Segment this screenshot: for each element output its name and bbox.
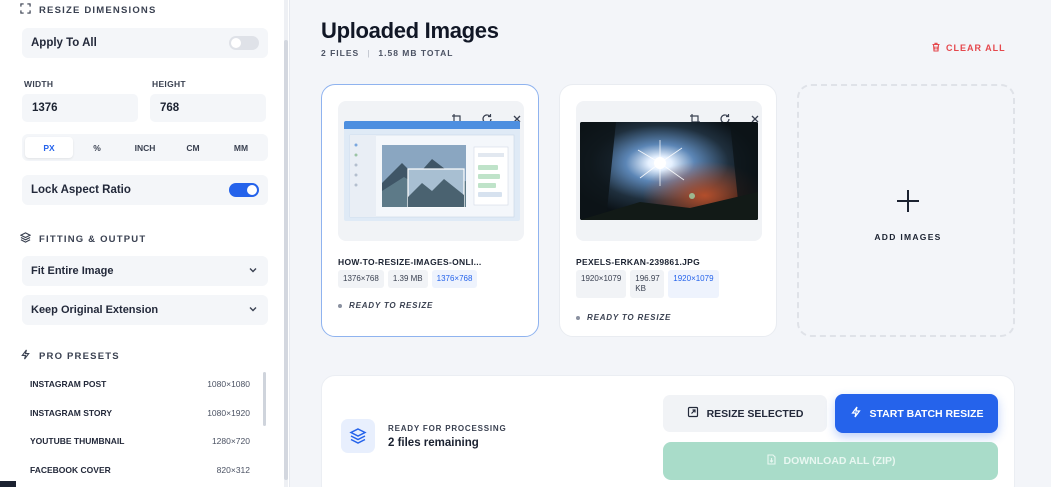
add-images-label: ADD IMAGES: [874, 232, 942, 242]
fitting-output-header: FITTING & OUTPUT: [19, 232, 147, 246]
image-card[interactable]: PEXELS-ERKAN-239861.JPG 1920×1079 196.97…: [559, 84, 777, 337]
total-size: 1.58 MB TOTAL: [378, 48, 454, 58]
target-dimensions: 1376×768: [431, 270, 478, 288]
resize-dimensions-header: RESIZE DIMENSIONS: [20, 3, 157, 17]
preset-instagram-story[interactable]: INSTAGRAM STORY 1080×1920: [22, 400, 258, 426]
preset-facebook-cover[interactable]: FACEBOOK COVER 820×312: [22, 457, 258, 483]
unit-inch[interactable]: INCH: [121, 137, 169, 158]
image-meta: 1920×1079 196.97 KB 1920×1079: [576, 270, 719, 298]
page-title: Uploaded Images: [321, 18, 499, 43]
trash-icon: [931, 42, 941, 54]
extension-value: Keep Original Extension: [31, 304, 159, 316]
lightning-icon: [850, 406, 862, 421]
preset-size: 1080×1080: [207, 379, 250, 389]
lock-aspect-toggle[interactable]: [229, 183, 259, 197]
image-filename: HOW-TO-RESIZE-IMAGES-ONLI...: [338, 257, 482, 267]
sidebar-scrollbar[interactable]: [284, 40, 288, 480]
files-summary: 2 FILES | 1.58 MB TOTAL: [321, 48, 453, 58]
resize-selected-button[interactable]: RESIZE SELECTED: [663, 395, 827, 432]
resize-selected-label: RESIZE SELECTED: [706, 407, 804, 420]
preset-name: YOUTUBE THUMBNAIL: [30, 436, 125, 446]
original-dimensions: 1920×1079: [576, 270, 627, 298]
processing-bar: READY FOR PROCESSING 2 files remaining R…: [321, 375, 1015, 487]
image-thumbnail: [580, 122, 758, 220]
lock-aspect-row: Lock Aspect Ratio: [22, 175, 268, 205]
original-dimensions: 1376×768: [338, 270, 384, 288]
divider: |: [367, 48, 371, 58]
image-thumbnail: [344, 121, 520, 221]
preset-size: 820×312: [216, 465, 250, 475]
download-all-button[interactable]: DOWNLOAD ALL (ZIP): [663, 442, 998, 480]
plus-icon: [895, 188, 921, 214]
chevron-down-icon: [248, 304, 258, 317]
image-status: READY TO RESIZE: [576, 313, 671, 322]
unit-cm[interactable]: CM: [169, 137, 217, 158]
files-remaining: 2 files remaining: [388, 437, 479, 449]
extension-select[interactable]: Keep Original Extension: [22, 295, 268, 325]
resize-icon: [687, 406, 699, 421]
width-label: WIDTH: [24, 79, 54, 89]
image-card[interactable]: HOW-TO-RESIZE-IMAGES-ONLI... 1376×768 1.…: [321, 84, 539, 337]
status-dot: [576, 315, 580, 320]
sparkle-icon: [20, 349, 31, 363]
section-title: RESIZE DIMENSIONS: [39, 4, 157, 16]
start-batch-resize-button[interactable]: START BATCH RESIZE: [835, 394, 998, 433]
start-batch-label: START BATCH RESIZE: [869, 407, 984, 420]
unit-px[interactable]: PX: [25, 137, 73, 158]
preset-size: 1280×720: [211, 436, 250, 446]
unit-percent[interactable]: %: [73, 137, 121, 158]
presets-scrollbar[interactable]: [263, 372, 266, 426]
file-zip-icon: [766, 454, 777, 468]
target-dimensions: 1920×1079: [668, 270, 719, 298]
height-input[interactable]: [150, 94, 266, 122]
status-text: READY TO RESIZE: [349, 301, 434, 310]
fit-mode-value: Fit Entire Image: [31, 265, 114, 277]
settings-sidebar: RESIZE DIMENSIONS Apply To All WIDTH HEI…: [0, 0, 290, 487]
image-filename: PEXELS-ERKAN-239861.JPG: [576, 257, 701, 267]
corner-mark: [0, 481, 16, 487]
image-status: READY TO RESIZE: [338, 301, 433, 310]
preset-size: 1080×1920: [207, 408, 250, 418]
add-images-dropzone[interactable]: ADD IMAGES: [797, 84, 1015, 337]
download-all-label: DOWNLOAD ALL (ZIP): [783, 455, 896, 467]
apply-to-all-toggle[interactable]: [229, 36, 259, 50]
unit-mm[interactable]: MM: [217, 137, 265, 158]
preset-youtube-thumbnail[interactable]: YOUTUBE THUMBNAIL 1280×720: [22, 428, 258, 454]
chevron-down-icon: [248, 265, 258, 278]
apply-to-all-row: Apply To All: [22, 28, 268, 58]
clear-all-button[interactable]: CLEAR ALL: [931, 42, 1006, 54]
apply-to-all-label: Apply To All: [31, 37, 97, 49]
file-size: 196.97 KB: [630, 270, 665, 298]
image-meta: 1376×768 1.39 MB 1376×768: [338, 270, 478, 288]
preset-name: INSTAGRAM STORY: [30, 408, 113, 418]
width-input[interactable]: [22, 94, 138, 122]
status-dot: [338, 303, 342, 308]
fit-mode-select[interactable]: Fit Entire Image: [22, 256, 268, 286]
expand-icon: [20, 3, 31, 17]
thumbnail-frame: [338, 101, 524, 241]
preset-instagram-post[interactable]: INSTAGRAM POST 1080×1080: [22, 371, 258, 397]
file-size: 1.39 MB: [387, 270, 428, 288]
section-title: FITTING & OUTPUT: [39, 233, 147, 245]
preset-name: INSTAGRAM POST: [30, 379, 107, 389]
status-text: READY TO RESIZE: [587, 313, 672, 322]
clear-all-label: CLEAR ALL: [946, 43, 1006, 53]
files-count: 2 FILES: [321, 48, 360, 58]
lock-aspect-label: Lock Aspect Ratio: [31, 184, 131, 196]
thumbnail-frame: [576, 101, 762, 241]
layers-icon: [341, 419, 375, 453]
pro-presets-header: PRO PRESETS: [20, 349, 120, 363]
processing-title: READY FOR PROCESSING: [388, 424, 507, 433]
unit-selector: PX % INCH CM MM: [22, 134, 268, 161]
section-title: PRO PRESETS: [39, 350, 120, 362]
preset-name: FACEBOOK COVER: [30, 465, 111, 475]
layers-icon: [19, 232, 32, 246]
height-label: HEIGHT: [152, 79, 186, 89]
